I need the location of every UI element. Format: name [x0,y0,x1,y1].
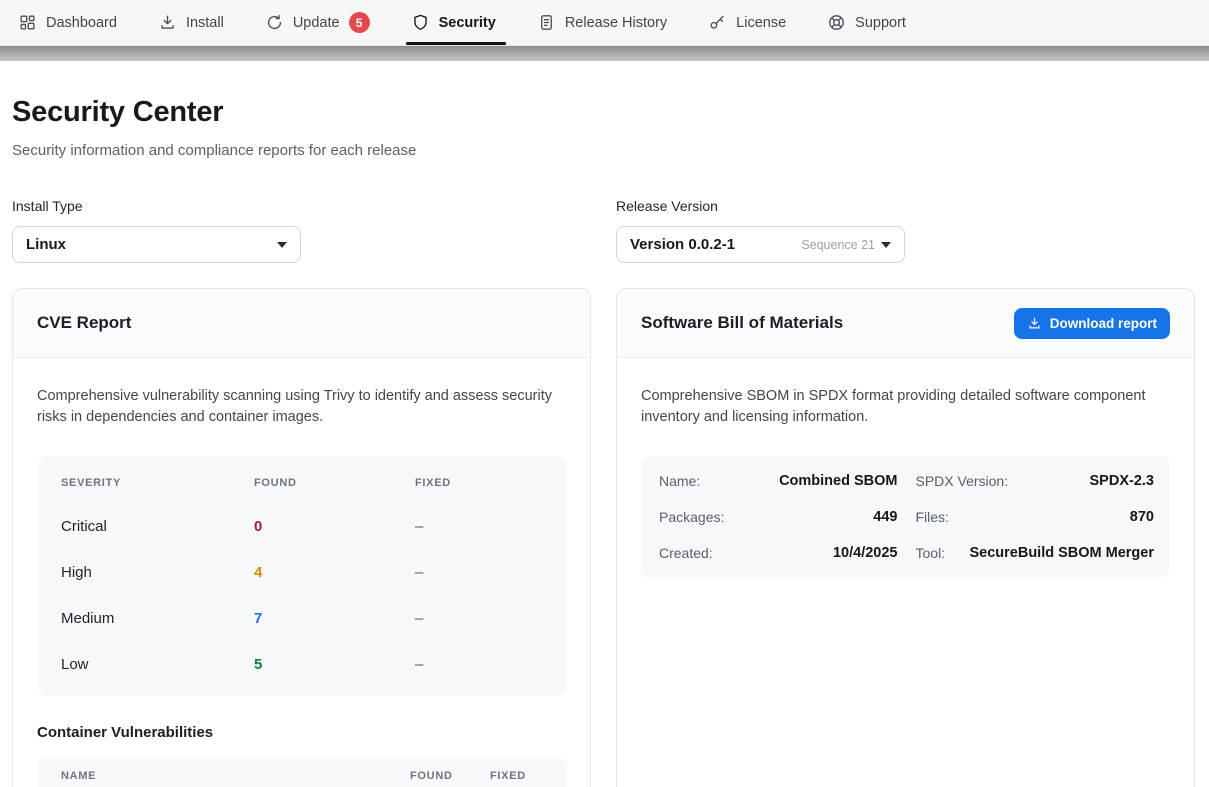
fixed-column-header: FIXED [490,770,542,782]
sbom-files-label: Files: [916,509,949,525]
sbom-created-value: 10/4/2025 [833,545,898,561]
main-content: Security Center Security information and… [0,96,1209,787]
table-row: High 4 – [37,564,566,581]
sbom-card-title: Software Bill of Materials [641,313,843,333]
sbom-packages-label: Packages: [659,509,724,525]
sbom-card-header: Software Bill of Materials Download repo… [617,289,1194,358]
refresh-icon [265,13,284,32]
sbom-name-value: Combined SBOM [779,473,897,489]
top-navigation: Dashboard Install Update 5 Security Rele… [0,0,1209,46]
sbom-packages-value: 449 [873,509,897,525]
table-row: Critical 0 – [37,518,566,535]
fixed-count: – [415,518,542,535]
nav-item-release-history[interactable]: Release History [537,0,667,45]
severity-column-header: SEVERITY [61,477,254,489]
sbom-created-label: Created: [659,545,713,561]
container-vulnerabilities-table-header: NAME FOUND FIXED [37,757,566,787]
severity-label: Low [61,656,254,673]
cve-report-card: CVE Report Comprehensive vulnerability s… [12,288,591,787]
dashboard-grid-icon [18,13,37,32]
document-icon [537,13,556,32]
table-row: Low 5 – [37,656,566,673]
table-row: Packages: 449 Files: 870 [659,499,1154,535]
page-title: Security Center [12,96,1195,129]
release-version-select[interactable]: Version 0.0.2-1 Sequence 21 [616,226,905,263]
cve-description: Comprehensive vulnerability scanning usi… [37,386,559,429]
cve-card-header: CVE Report [13,289,590,358]
lifebuoy-icon [827,13,846,32]
severity-label: High [61,564,254,581]
update-count-badge: 5 [349,12,370,33]
sbom-name-label: Name: [659,473,700,489]
nav-label-license: License [736,15,786,31]
found-count: 7 [254,610,415,627]
sbom-spdx-version-value: SPDX-2.3 [1090,473,1154,489]
sbom-tool-value: SecureBuild SBOM Merger [969,545,1154,561]
install-type-value: Linux [26,236,66,253]
nav-label-support: Support [855,15,906,31]
severity-label: Critical [61,518,254,535]
nav-label-update: Update [293,15,340,31]
nav-item-license[interactable]: License [708,0,786,45]
nav-label-release-history: Release History [565,15,667,31]
name-column-header: NAME [61,770,410,782]
container-vulnerabilities-title: Container Vulnerabilities [37,724,566,741]
nav-label-security: Security [439,15,496,31]
nav-item-support[interactable]: Support [827,0,906,45]
nav-item-security[interactable]: Security [411,0,496,45]
table-row: Name: Combined SBOM SPDX Version: SPDX-2… [659,463,1154,499]
active-tab-underline [406,42,506,45]
sbom-card-body: Comprehensive SBOM in SPDX format provid… [617,358,1194,602]
found-count: 4 [254,564,415,581]
nav-label-dashboard: Dashboard [46,15,117,31]
nav-item-install[interactable]: Install [158,0,224,45]
table-row: Medium 7 – [37,610,566,627]
fixed-column-header: FIXED [415,477,542,489]
nav-item-dashboard[interactable]: Dashboard [18,0,117,45]
chevron-down-icon [277,242,287,248]
found-column-header: FOUND [410,770,490,782]
sbom-spdx-version-label: SPDX Version: [916,473,1009,489]
download-icon [158,13,177,32]
install-type-label: Install Type [12,198,301,214]
install-type-select[interactable]: Linux [12,226,301,263]
chevron-down-icon [881,242,891,248]
cards-row: CVE Report Comprehensive vulnerability s… [12,288,1195,787]
cve-card-title: CVE Report [37,313,131,333]
sbom-tool-label: Tool: [916,545,946,561]
sbom-files-value: 870 [1130,509,1154,525]
window-separator-bar [0,46,1209,61]
nav-item-update[interactable]: Update 5 [265,0,370,45]
found-column-header: FOUND [254,477,415,489]
release-version-value: Version 0.0.2-1 [630,236,735,253]
found-count: 0 [254,518,415,535]
page-subtitle: Security information and compliance repo… [12,142,1195,159]
nav-label-install: Install [186,15,224,31]
cve-card-body: Comprehensive vulnerability scanning usi… [13,358,590,787]
download-report-button[interactable]: Download report [1014,308,1170,339]
download-icon [1027,316,1042,331]
filters-row: Install Type Linux Release Version Versi… [12,198,1195,263]
install-type-filter: Install Type Linux [12,198,301,263]
fixed-count: – [415,610,542,627]
download-report-label: Download report [1050,316,1157,331]
release-version-filter: Release Version Version 0.0.2-1 Sequence… [616,198,905,263]
fixed-count: – [415,656,542,673]
sbom-card: Software Bill of Materials Download repo… [616,288,1195,787]
shield-icon [411,13,430,32]
sequence-label: Sequence 21 [801,238,875,252]
release-version-label: Release Version [616,198,905,214]
severity-label: Medium [61,610,254,627]
sbom-details-table: Name: Combined SBOM SPDX Version: SPDX-2… [641,456,1170,578]
fixed-count: – [415,564,542,581]
found-count: 5 [254,656,415,673]
severity-table-header: SEVERITY FOUND FIXED [37,477,566,489]
table-row: Created: 10/4/2025 Tool: SecureBuild SBO… [659,535,1154,571]
severity-table: SEVERITY FOUND FIXED Critical 0 – High 4… [37,456,566,696]
sbom-description: Comprehensive SBOM in SPDX format provid… [641,386,1149,429]
key-icon [708,13,727,32]
